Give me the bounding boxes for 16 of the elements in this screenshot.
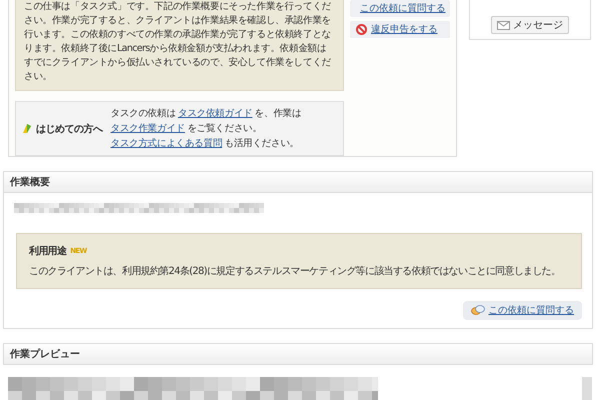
prohibited-icon bbox=[356, 24, 367, 35]
speech-bubbles-icon bbox=[470, 305, 484, 316]
envelope-icon bbox=[497, 20, 510, 30]
guide-link[interactable]: タスク依頼ガイド bbox=[178, 108, 252, 119]
guide-link[interactable]: タスク作業ガイド bbox=[110, 123, 185, 134]
usage-text: このクライアントは、利用規約第24条(28)に規定するステルスマーケティング等に該当する依頼ではないことに同意しました。 bbox=[29, 264, 562, 278]
task-notice: この仕事は「タスク式」です。下記の作業概要にそった作業を行ってください。作業が完了すると、クライアントは作業結果を確認し、承認作業を行います。この依頼のすべての作業の承認作業が完了すると依頼終了となります。依頼終了後にLancersから依頼金額が支払われます。依頼金額はすでにクライアントから仮払いされているので、安心して作業をしてください。 bbox=[15, 0, 344, 91]
message-button[interactable]: メッセージ bbox=[491, 16, 569, 34]
question-link[interactable]: この依頼に質問する bbox=[462, 301, 582, 320]
report-link[interactable]: 違反申告をする bbox=[350, 21, 450, 38]
leaf-icon bbox=[22, 123, 33, 134]
guide-link[interactable]: タスク方式によくある質問 bbox=[110, 138, 222, 149]
beginner-title: はじめての方へ bbox=[36, 122, 102, 136]
usage-title: 利用用途 bbox=[29, 244, 66, 258]
guide-text: タスクの依頼は タスク依頼ガイド を、作業は タスク作業ガイド をご覧ください。 タスク方式によくある質問 も活用ください。 bbox=[110, 107, 302, 151]
question-link[interactable]: この依頼に質問する bbox=[350, 0, 450, 17]
